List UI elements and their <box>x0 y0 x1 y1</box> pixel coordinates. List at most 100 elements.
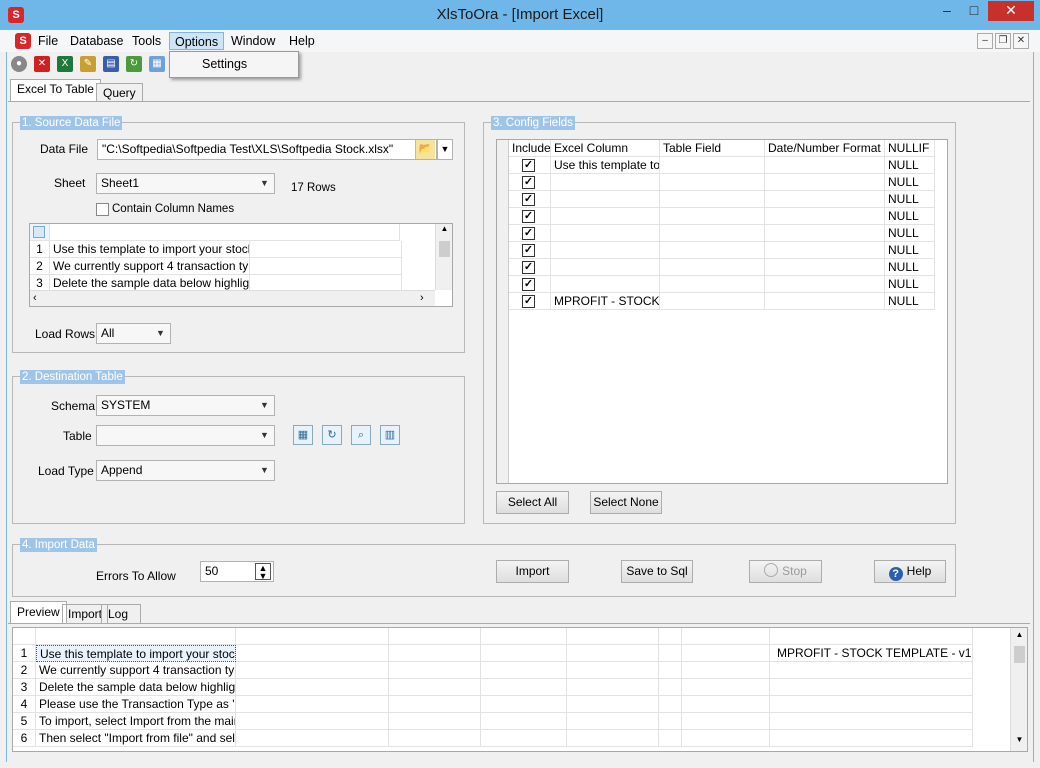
column-header-include[interactable]: Include <box>509 140 551 157</box>
excel-column-cell[interactable] <box>551 259 660 276</box>
nullif-cell[interactable]: NULL <box>885 208 935 225</box>
excel-column-cell[interactable]: MPROFIT - STOCK... <box>551 293 660 310</box>
column-header-table-field[interactable]: Table Field <box>660 140 765 157</box>
table-field-cell[interactable] <box>660 225 765 242</box>
nullif-cell[interactable]: NULL <box>885 174 935 191</box>
mdi-restore-button[interactable]: ❐ <box>995 33 1011 49</box>
include-checkbox[interactable]: ✓ <box>522 295 535 308</box>
include-checkbox[interactable]: ✓ <box>522 278 535 291</box>
preview-cell[interactable]: Please use the Transaction Type as 'BUY <box>36 696 236 713</box>
table-field-cell[interactable] <box>660 157 765 174</box>
load-rows-select[interactable]: All ▼ <box>96 323 171 344</box>
menu-settings[interactable]: Settings <box>202 57 247 71</box>
table-field-cell[interactable] <box>660 242 765 259</box>
mdi-minimize-button[interactable]: – <box>977 33 993 49</box>
preview-cell[interactable]: Delete the sample data below highlighted <box>36 679 236 696</box>
excel-column-cell[interactable]: Use this template to... <box>551 157 660 174</box>
nullif-cell[interactable]: NULL <box>885 293 935 310</box>
table-field-cell[interactable] <box>660 208 765 225</box>
scroll-left-icon[interactable]: ‹ <box>33 292 37 304</box>
format-cell[interactable] <box>765 208 885 225</box>
format-cell[interactable] <box>765 191 885 208</box>
inspect-table-icon[interactable]: ⌕ <box>351 425 371 445</box>
table-field-cell[interactable] <box>660 293 765 310</box>
source-preview-grid[interactable]: 1 Use this template to import your stock… <box>29 223 453 307</box>
wand-icon[interactable]: ✎ <box>80 56 96 72</box>
tab-preview[interactable]: Preview <box>10 601 67 623</box>
format-cell[interactable] <box>765 174 885 191</box>
new-table-icon[interactable]: ▦ <box>293 425 313 445</box>
format-cell[interactable] <box>765 157 885 174</box>
menu-tools[interactable]: Tools <box>127 32 166 50</box>
menu-database[interactable]: Database <box>65 32 129 50</box>
include-checkbox[interactable]: ✓ <box>522 193 535 206</box>
format-cell[interactable] <box>765 276 885 293</box>
import-button[interactable]: Import <box>496 560 569 583</box>
format-cell[interactable] <box>765 293 885 310</box>
preview-cell[interactable]: To import, select Import from the main m… <box>36 713 236 730</box>
preview-grid-vscroll[interactable]: ▲ ▼ <box>1010 628 1027 751</box>
preview-cell[interactable]: Then select "Import from file" and selec… <box>36 730 236 747</box>
config-fields-grid[interactable]: Include Excel Column Table Field Date/Nu… <box>496 139 948 484</box>
nullif-cell[interactable]: NULL <box>885 259 935 276</box>
load-type-select[interactable]: Append ▼ <box>96 460 275 481</box>
nullif-cell[interactable]: NULL <box>885 191 935 208</box>
nullif-cell[interactable]: NULL <box>885 157 935 174</box>
include-checkbox[interactable]: ✓ <box>522 159 535 172</box>
scroll-up-icon[interactable]: ▲ <box>1011 630 1027 644</box>
column-header-excel-column[interactable]: Excel Column <box>551 140 660 157</box>
data-file-history-arrow[interactable]: ▼ <box>437 139 453 160</box>
source-grid-hscroll[interactable]: ‹ › <box>30 290 435 306</box>
preview-cell[interactable]: We currently support 4 transaction types <box>36 662 236 679</box>
mdi-close-button[interactable]: ✕ <box>1013 33 1029 49</box>
close-button[interactable]: ✕ <box>988 1 1034 21</box>
minimize-button[interactable]: – <box>934 1 960 21</box>
select-none-button[interactable]: Select None <box>590 491 662 514</box>
table-field-cell[interactable] <box>660 276 765 293</box>
tab-excel-to-table[interactable]: Excel To Table <box>10 79 101 102</box>
table-field-cell[interactable] <box>660 259 765 276</box>
include-checkbox[interactable]: ✓ <box>522 227 535 240</box>
table-select[interactable]: ▼ <box>96 425 275 446</box>
source-grid-vscroll[interactable]: ▲ <box>435 224 452 290</box>
help-button[interactable]: ? Help <box>874 560 946 583</box>
maximize-button[interactable]: □ <box>961 1 987 21</box>
preview-cell-right[interactable] <box>770 662 973 679</box>
tab-query[interactable]: Query <box>96 83 143 101</box>
table-field-cell[interactable] <box>660 174 765 191</box>
open-folder-icon[interactable]: 📂 <box>415 140 435 159</box>
table-field-cell[interactable] <box>660 191 765 208</box>
include-checkbox[interactable]: ✓ <box>522 244 535 257</box>
nullif-cell[interactable]: NULL <box>885 276 935 293</box>
tab-log[interactable]: Log <box>101 604 141 623</box>
excel-column-cell[interactable] <box>551 174 660 191</box>
include-checkbox[interactable]: ✓ <box>522 176 535 189</box>
scroll-thumb[interactable] <box>1014 646 1025 663</box>
menu-window[interactable]: Window <box>226 32 280 50</box>
refresh-table-icon[interactable]: ↻ <box>322 425 342 445</box>
preview-cell-right[interactable] <box>770 696 973 713</box>
excel-icon[interactable]: X <box>57 56 73 72</box>
menu-options[interactable]: Options <box>169 32 225 50</box>
include-checkbox[interactable]: ✓ <box>522 210 535 223</box>
connect-icon[interactable]: ● <box>11 56 27 72</box>
scroll-down-icon[interactable]: ▼ <box>1011 735 1027 749</box>
preview-cell-right[interactable] <box>770 730 973 747</box>
errors-stepper[interactable]: ▲ ▼ <box>255 563 271 581</box>
format-cell[interactable] <box>765 225 885 242</box>
contain-column-names-checkbox[interactable] <box>96 203 109 216</box>
columns-icon[interactable]: ▥ <box>380 425 400 445</box>
nullif-cell[interactable]: NULL <box>885 225 935 242</box>
format-cell[interactable] <box>765 259 885 276</box>
scroll-thumb[interactable] <box>439 241 450 257</box>
preview-cell-right[interactable] <box>770 679 973 696</box>
include-checkbox[interactable]: ✓ <box>522 261 535 274</box>
menu-file[interactable]: File <box>33 32 63 50</box>
mdi-app-icon[interactable]: S <box>15 33 31 49</box>
menu-help[interactable]: Help <box>284 32 320 50</box>
grid-icon[interactable]: ▦ <box>149 56 165 72</box>
excel-column-cell[interactable] <box>551 191 660 208</box>
select-all-cell[interactable] <box>33 226 45 238</box>
format-cell[interactable] <box>765 242 885 259</box>
excel-column-cell[interactable] <box>551 208 660 225</box>
